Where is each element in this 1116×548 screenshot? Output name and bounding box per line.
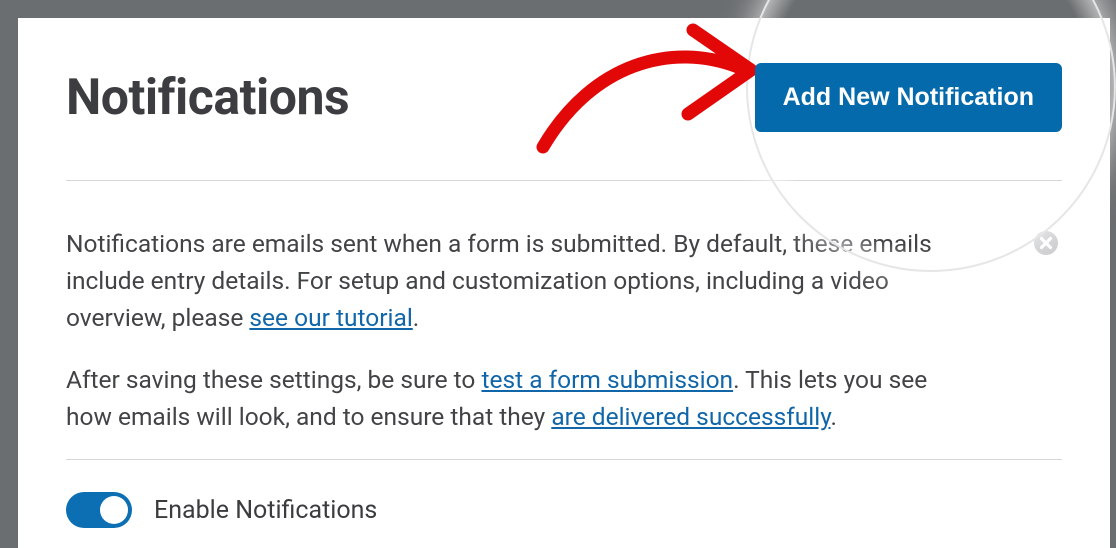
description-text: Notifications are emails sent when a for… (66, 225, 976, 435)
tutorial-link[interactable]: see our tutorial (249, 303, 412, 332)
description-p1-text: Notifications are emails sent when a for… (66, 229, 932, 332)
panel-body: Notifications are emails sent when a for… (66, 181, 1062, 528)
enable-notifications-label: Enable Notifications (154, 496, 377, 525)
delivery-link[interactable]: are delivered successfully (551, 402, 830, 431)
close-icon[interactable] (1032, 229, 1060, 257)
enable-notifications-toggle[interactable] (66, 492, 132, 528)
page-title: Notifications (66, 69, 349, 127)
notifications-panel: Notifications Add New Notification Notif… (18, 18, 1110, 548)
test-submission-link[interactable]: test a form submission (481, 365, 733, 394)
description-p2-end: . (831, 402, 837, 431)
add-new-notification-button[interactable]: Add New Notification (755, 63, 1062, 132)
description-p1-end: . (413, 303, 419, 332)
description-p2-text1: After saving these settings, be sure to (66, 365, 481, 394)
panel-header: Notifications Add New Notification (66, 63, 1062, 181)
toggle-knob (100, 496, 128, 524)
enable-notifications-row: Enable Notifications (66, 459, 1062, 528)
